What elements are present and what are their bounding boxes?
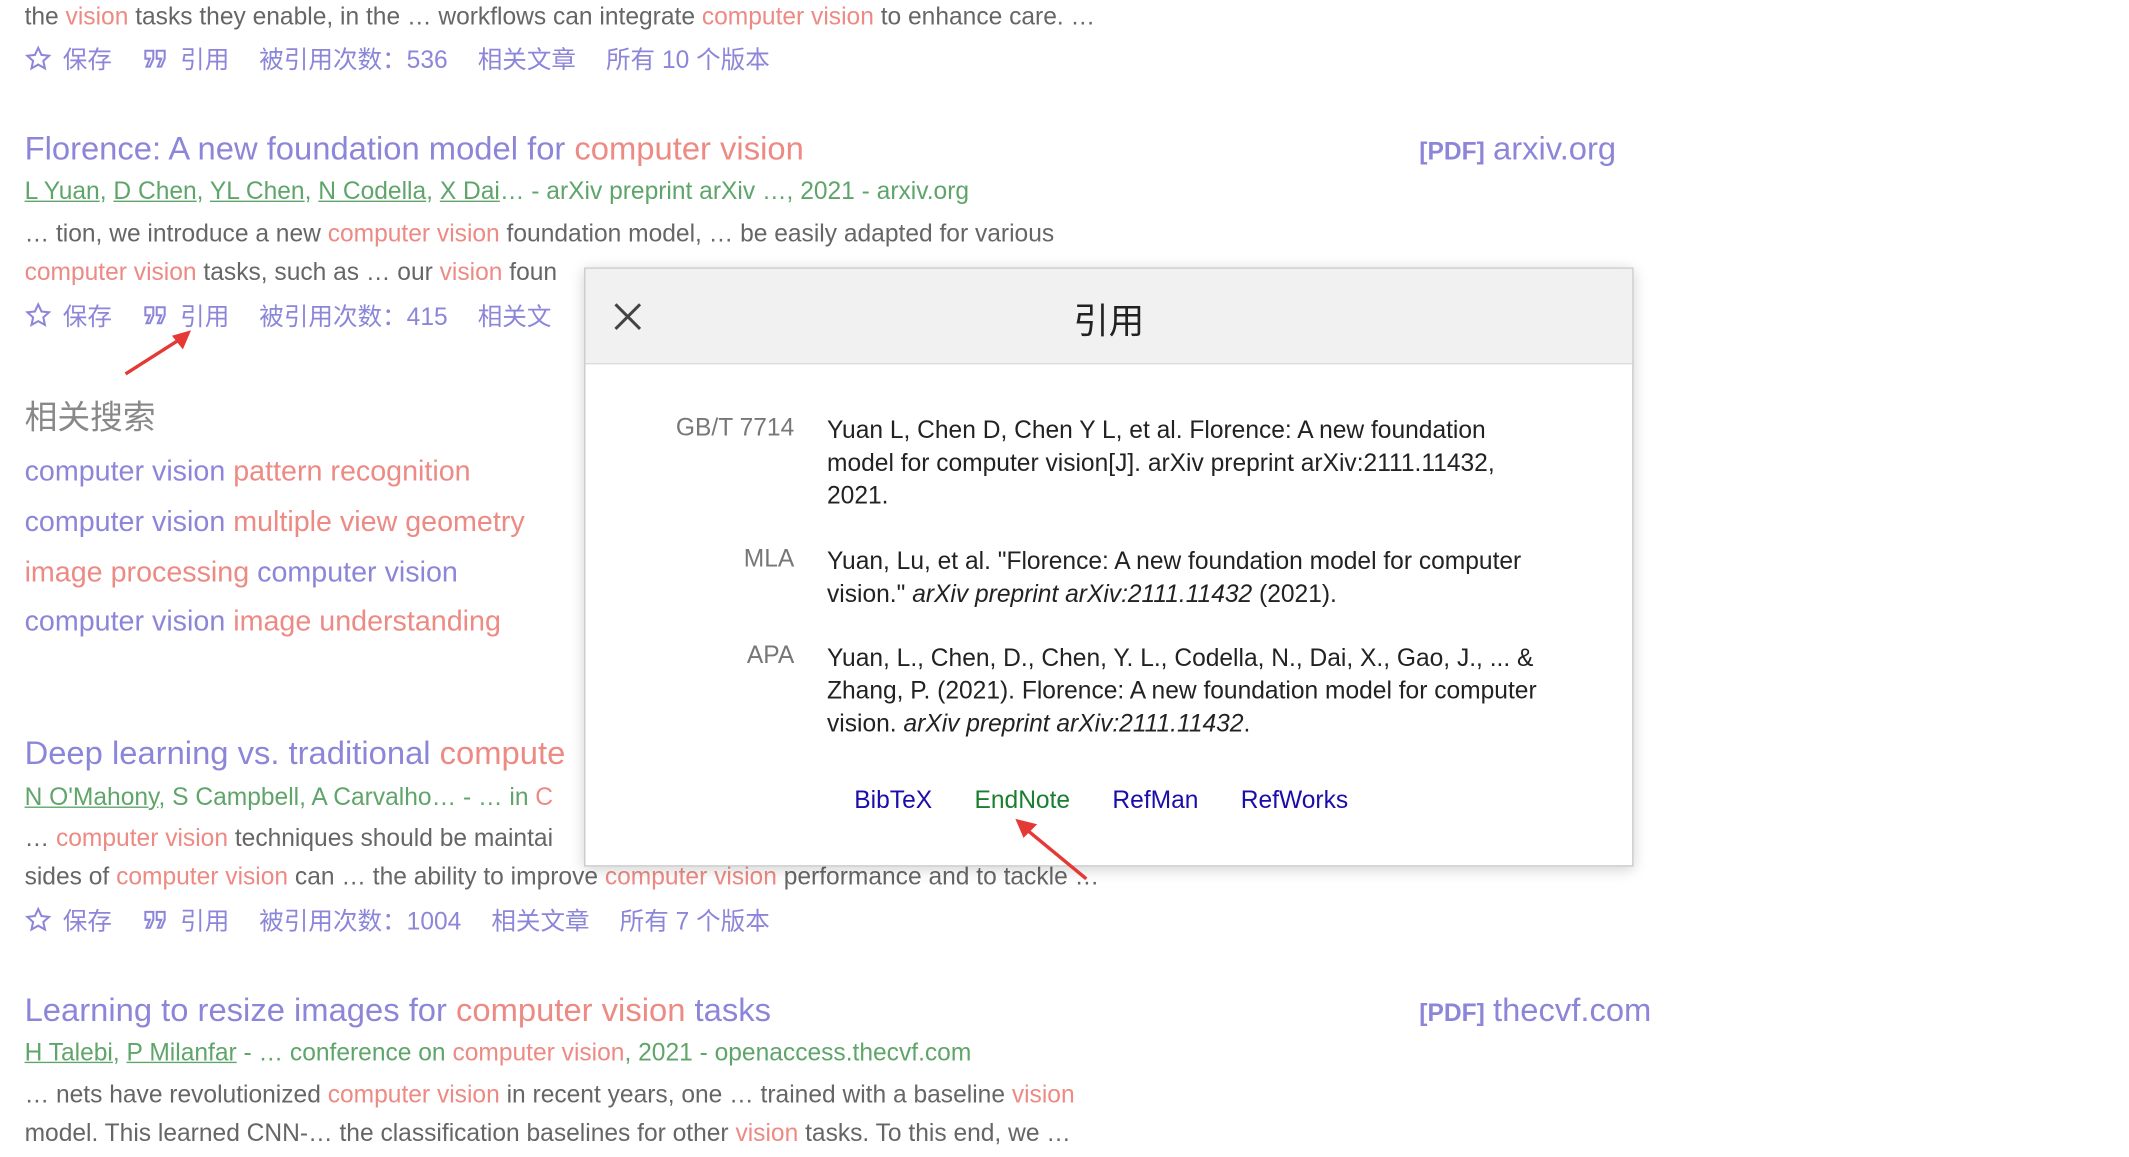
related-searches-heading: 相关搜索 bbox=[24, 399, 156, 437]
result-title-deep-learning[interactable]: Deep learning vs. traditional compute bbox=[25, 736, 566, 774]
result-title-learning-to-resize[interactable]: Learning to resize images for computer v… bbox=[25, 992, 771, 1030]
pdf-link[interactable]: [PDF] arxiv.org bbox=[1419, 131, 1616, 169]
quote-icon bbox=[144, 49, 166, 68]
pdf-link[interactable]: [PDF] thecvf.com bbox=[1419, 992, 1651, 1030]
cited-by-link[interactable]: 被引用次数：1004 bbox=[259, 902, 461, 937]
related-articles-link[interactable]: 相关文 bbox=[478, 298, 552, 333]
export-refworks-link[interactable]: RefWorks bbox=[1241, 786, 1348, 813]
result-snippet: sides of computer vision can … the abili… bbox=[24, 862, 1100, 890]
result-snippet: model. This learned CNN-… the classifica… bbox=[24, 1119, 1071, 1147]
result-actions: 保存 引用 被引用次数：1004 相关文章 所有 7 个版本 bbox=[25, 902, 800, 937]
save-button[interactable]: 保存 bbox=[25, 298, 112, 333]
export-links: BibTeX EndNote RefMan RefWorks bbox=[854, 786, 1383, 815]
result-snippet: … computer vision techniques should be m… bbox=[24, 824, 554, 852]
related-articles-link[interactable]: 相关文章 bbox=[478, 41, 576, 76]
result-actions: 保存 引用 被引用次数：415 相关文 bbox=[25, 298, 582, 333]
export-bibtex-link[interactable]: BibTeX bbox=[854, 786, 932, 813]
star-icon bbox=[25, 906, 52, 932]
result-snippet: computer vision tasks, such as … our vis… bbox=[24, 257, 558, 286]
save-button[interactable]: 保存 bbox=[25, 902, 112, 937]
related-search-item[interactable]: computer vision multiple view geometry bbox=[25, 506, 525, 539]
citation-style-label: GB/T 7714 bbox=[675, 413, 795, 441]
related-search-item[interactable]: computer vision pattern recognition bbox=[25, 456, 471, 489]
cite-button[interactable]: 引用 bbox=[142, 41, 229, 76]
result-authors: H Talebi, P Milanfar - … conference on c… bbox=[24, 1038, 972, 1066]
result-title-florence[interactable]: Florence: A new foundation model for com… bbox=[25, 131, 804, 169]
author-link[interactable]: YL Chen bbox=[210, 177, 305, 204]
citation-text[interactable]: Yuan, Lu, et al. "Florence: A new founda… bbox=[827, 545, 1550, 611]
annotation-arrow-icon bbox=[124, 330, 192, 376]
citation-text[interactable]: Yuan, L., Chen, D., Chen, Y. L., Codella… bbox=[827, 641, 1550, 739]
all-versions-link[interactable]: 所有 7 个版本 bbox=[620, 902, 770, 937]
author-link[interactable]: P Milanfar bbox=[127, 1039, 237, 1066]
author-link[interactable]: H Talebi bbox=[25, 1039, 113, 1066]
citation-style-label: APA bbox=[746, 641, 795, 669]
cite-dialog-header: 引用 bbox=[585, 268, 1633, 365]
export-endnote-link[interactable]: EndNote bbox=[974, 786, 1070, 813]
save-button[interactable]: 保存 bbox=[25, 41, 112, 76]
result-snippet: the vision tasks they enable, in the … w… bbox=[24, 2, 1096, 31]
author-link[interactable]: L Yuan bbox=[25, 177, 100, 204]
cite-dialog: 引用 GB/T 7714 Yuan L, Chen D, Chen Y L, e… bbox=[584, 267, 1634, 867]
result-snippet: … nets have revolutionized computer visi… bbox=[24, 1080, 1075, 1109]
result-actions: 保存 引用 被引用次数：536 相关文章 所有 10 个版本 bbox=[25, 41, 800, 76]
author-link[interactable]: N O'Mahony bbox=[25, 783, 159, 810]
star-icon bbox=[25, 45, 52, 71]
quote-icon bbox=[144, 910, 166, 929]
result-snippet: … tion, we introduce a new computer visi… bbox=[24, 219, 1055, 248]
cite-button[interactable]: 引用 bbox=[142, 902, 229, 937]
all-versions-link[interactable]: 所有 10 个版本 bbox=[606, 41, 770, 76]
result-authors: N O'Mahony, S Campbell, A Carvalho… - … … bbox=[24, 783, 554, 811]
author-link[interactable]: N Codella bbox=[318, 177, 426, 204]
export-refman-link[interactable]: RefMan bbox=[1112, 786, 1198, 813]
cite-dialog-title: 引用 bbox=[1073, 300, 1145, 342]
citation-style-label: MLA bbox=[743, 544, 795, 572]
author-link[interactable]: X Dai bbox=[440, 177, 500, 204]
star-icon bbox=[25, 302, 52, 327]
citation-text[interactable]: Yuan L, Chen D, Chen Y L, et al. Florenc… bbox=[827, 414, 1550, 512]
author-link[interactable]: D Chen bbox=[113, 177, 196, 204]
cited-by-link[interactable]: 被引用次数：536 bbox=[259, 41, 447, 76]
result-authors: L Yuan, D Chen, YL Chen, N Codella, X Da… bbox=[24, 177, 970, 205]
related-search-item[interactable]: image processing computer vision bbox=[25, 557, 458, 590]
annotation-arrow-icon bbox=[1015, 818, 1088, 881]
related-search-item[interactable]: computer vision image understanding bbox=[25, 606, 501, 639]
related-articles-link[interactable]: 相关文章 bbox=[491, 902, 589, 937]
cited-by-link[interactable]: 被引用次数：415 bbox=[259, 298, 447, 333]
